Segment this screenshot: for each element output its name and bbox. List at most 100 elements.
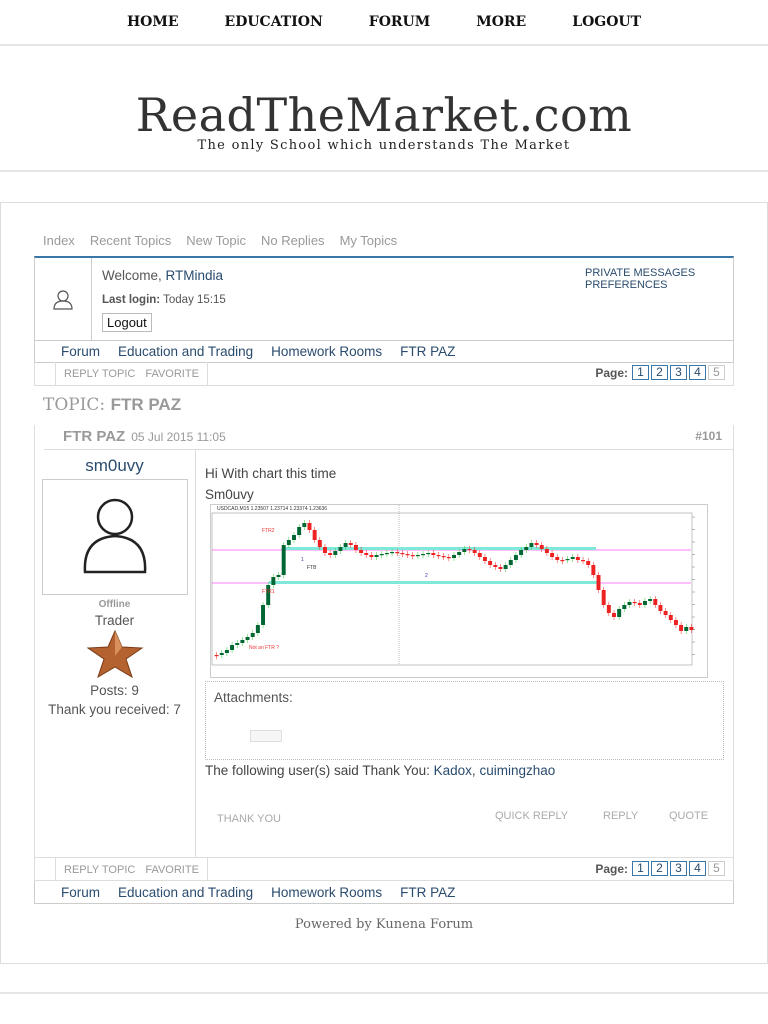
powered-by[interactable]: Powered by Kunena Forum <box>0 917 768 932</box>
breadcrumb-homework[interactable]: Homework Rooms <box>271 885 382 900</box>
candlestick-chart <box>211 505 695 666</box>
thanks-label: The following user(s) said Thank You: <box>205 763 434 778</box>
candle <box>240 640 245 643</box>
candle <box>441 556 446 558</box>
private-messages-link[interactable]: PRIVATE MESSAGES <box>585 267 695 279</box>
avatar[interactable] <box>41 479 188 595</box>
candle <box>596 575 601 590</box>
candle <box>302 523 307 527</box>
pagination: Page: 12345 <box>595 861 725 876</box>
breadcrumb-education[interactable]: Education and Trading <box>118 344 253 359</box>
reply-topic-button[interactable]: REPLY TOPIC <box>64 864 135 876</box>
favorite-button[interactable]: FAVORITE <box>145 368 199 380</box>
page-2[interactable]: 2 <box>651 861 668 876</box>
candle <box>519 550 524 555</box>
last-login-value: Today 15:15 <box>163 294 226 306</box>
candle <box>642 601 647 605</box>
breadcrumb-education[interactable]: Education and Trading <box>118 885 253 900</box>
page-4[interactable]: 4 <box>689 365 706 380</box>
page-1[interactable]: 1 <box>632 365 649 380</box>
zone-lower <box>269 581 599 584</box>
page-3[interactable]: 3 <box>670 365 687 380</box>
candle <box>632 602 637 604</box>
candle <box>312 530 317 540</box>
last-login-label: Last login: <box>102 294 161 306</box>
tab-no-replies[interactable]: No Replies <box>261 233 325 248</box>
nav-education[interactable]: EDUCATION <box>225 14 323 30</box>
candle <box>384 553 389 555</box>
reply-topic-button[interactable]: REPLY TOPIC <box>64 368 135 380</box>
attachments-box: Attachments: <box>205 681 724 760</box>
tab-new-topic[interactable]: New Topic <box>186 233 246 248</box>
candle <box>513 555 518 560</box>
thank-you-button[interactable]: THANK YOU <box>217 813 281 825</box>
breadcrumb-homework[interactable]: Homework Rooms <box>271 344 382 359</box>
top-nav: HOME EDUCATION FORUM MORE LOGOUT <box>0 0 768 46</box>
candle <box>333 551 338 555</box>
attachment-thumbnail[interactable] <box>250 730 282 742</box>
thanks-line: The following user(s) said Thank You: Ka… <box>205 763 556 778</box>
candle <box>250 633 255 637</box>
candle <box>653 599 658 605</box>
thanks-user[interactable]: Kadox <box>434 763 472 778</box>
label-ftr2: FTR2 <box>262 528 275 534</box>
label-1: 1 <box>301 557 304 563</box>
quick-reply-button[interactable]: QUICK REPLY <box>495 810 568 822</box>
chart-image[interactable]: USDCAD,M15 1.23507 1.23714 1.23374 1.236… <box>210 504 708 678</box>
preferences-link[interactable]: PREFERENCES <box>585 279 695 291</box>
favorite-button[interactable]: FAVORITE <box>145 864 199 876</box>
post-number[interactable]: #101 <box>695 429 722 443</box>
candle <box>673 620 678 625</box>
breadcrumb-topic[interactable]: FTR PAZ <box>400 885 455 900</box>
candle <box>529 543 534 547</box>
candle <box>684 627 689 631</box>
candle <box>601 590 606 605</box>
nav-home[interactable]: HOME <box>127 14 179 30</box>
candle <box>575 557 580 560</box>
quote-button[interactable]: QUOTE <box>669 810 708 822</box>
page-4[interactable]: 4 <box>689 861 706 876</box>
author-name[interactable]: sm0uvy <box>34 456 195 476</box>
candle <box>405 554 410 556</box>
nav-logout[interactable]: LOGOUT <box>572 14 641 30</box>
candle <box>663 611 668 615</box>
candle <box>606 605 611 613</box>
candle <box>322 547 327 553</box>
candle <box>353 545 358 550</box>
logout-button[interactable]: Logout <box>102 313 152 332</box>
candle <box>426 553 431 555</box>
page-2[interactable]: 2 <box>651 365 668 380</box>
thanks-user[interactable]: cuimingzhao <box>479 763 555 778</box>
page-3[interactable]: 3 <box>670 861 687 876</box>
username-link[interactable]: RTMindia <box>166 268 224 283</box>
candle <box>271 577 276 585</box>
post-text-line: Hi With chart this time <box>205 466 337 481</box>
attachments-label: Attachments: <box>214 690 293 705</box>
reply-button[interactable]: REPLY <box>603 810 638 822</box>
candle <box>292 535 296 540</box>
nav-more[interactable]: MORE <box>476 14 526 30</box>
breadcrumb-topic[interactable]: FTR PAZ <box>400 344 455 359</box>
candle <box>400 553 405 555</box>
tab-recent-topics[interactable]: Recent Topics <box>90 233 171 248</box>
candle <box>668 615 673 620</box>
candle <box>544 549 549 553</box>
candle <box>534 543 539 545</box>
candle <box>359 550 364 553</box>
candle <box>493 565 498 567</box>
breadcrumb-forum[interactable]: Forum <box>61 885 100 900</box>
candle <box>224 650 229 653</box>
site-logo[interactable]: ReadTheMarket.com <box>0 88 768 142</box>
post-date: 05 Jul 2015 11:05 <box>131 430 226 444</box>
nav-forum[interactable]: FORUM <box>369 14 430 30</box>
tab-my-topics[interactable]: My Topics <box>340 233 398 248</box>
candle <box>648 599 653 601</box>
tab-index[interactable]: Index <box>43 233 75 248</box>
label-2: 2 <box>425 573 428 579</box>
page-1[interactable]: 1 <box>632 861 649 876</box>
last-login: Last login: Today 15:15 <box>102 294 226 306</box>
breadcrumb-forum[interactable]: Forum <box>61 344 100 359</box>
welcome-text: Welcome, RTMindia <box>102 268 223 283</box>
site-tagline: The only School which understands The Ma… <box>197 138 571 153</box>
candle <box>446 557 451 559</box>
